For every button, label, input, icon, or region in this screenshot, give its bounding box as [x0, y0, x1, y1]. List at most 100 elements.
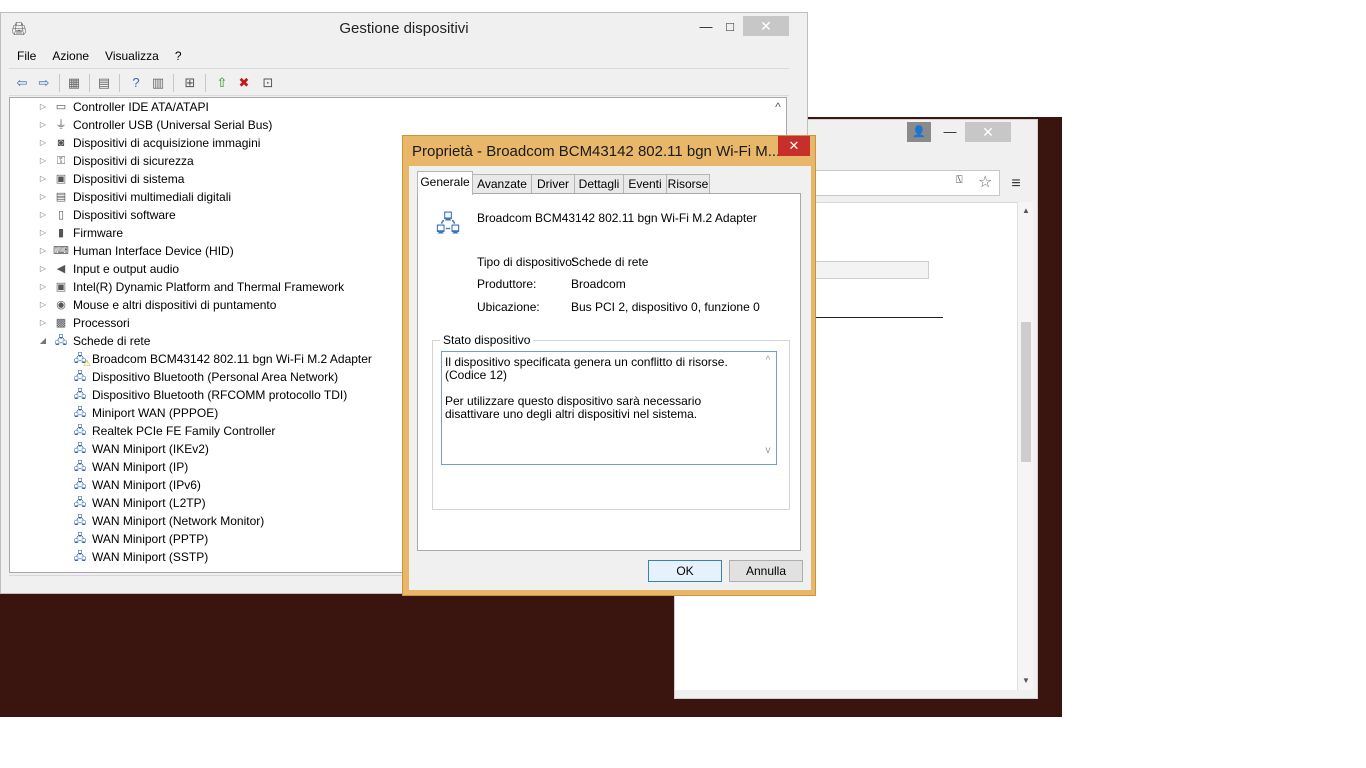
system-icon: ▣ [55, 173, 67, 185]
network-adapter-icon: 🖧 [73, 515, 87, 527]
profile-avatar-icon[interactable]: 👤 [907, 122, 931, 142]
menu-azione[interactable]: Azione [44, 45, 97, 67]
update-driver-icon[interactable]: ⇧ [213, 74, 231, 91]
menu-help[interactable]: ? [167, 45, 190, 67]
device-status-textbox[interactable]: Il dispositivo specificata genera un con… [441, 351, 777, 465]
device-type-label: Tipo di dispositivo: [477, 255, 576, 269]
star-icon[interactable]: ☆ [978, 172, 992, 192]
translate-icon[interactable]: ⍂ [956, 174, 963, 187]
close-button[interactable]: ✕ [743, 16, 789, 36]
cancel-button[interactable]: Annulla [729, 560, 803, 582]
tree-item-label: Controller IDE ATA/ATAPI [73, 100, 209, 114]
tree-category[interactable]: ▷ ⏚ Controller USB (Universal Serial Bus) [10, 116, 760, 134]
menu-file[interactable]: File [9, 45, 44, 67]
collapse-arrow-icon[interactable]: ◢ [38, 332, 48, 350]
ide-controller-icon: ▭ [55, 101, 67, 113]
tree-item-label: Realtek PCIe FE Family Controller [92, 424, 276, 438]
tab-eventi[interactable]: Eventi [623, 174, 667, 194]
location-value: Bus PCI 2, dispositivo 0, funzione 0 [571, 300, 760, 314]
mouse-icon: ◉ [56, 299, 66, 311]
expand-arrow-icon[interactable]: ▷ [38, 278, 48, 296]
network-adapter-icon: 🖧 [73, 461, 87, 473]
hid-icon: ⌨ [53, 245, 69, 257]
expand-arrow-icon[interactable]: ▷ [38, 314, 48, 332]
tree-category[interactable]: ▷ ▭ Controller IDE ATA/ATAPI [10, 98, 760, 116]
toolbar-separator [89, 74, 90, 92]
expand-arrow-icon[interactable]: ▷ [38, 170, 48, 188]
ok-button[interactable]: OK [648, 560, 722, 582]
scroll-up-icon[interactable]: ▲ [1021, 206, 1031, 215]
scroll-up-icon[interactable]: ^ [763, 355, 773, 366]
expand-arrow-icon[interactable]: ▷ [38, 260, 48, 278]
scan-hardware-icon[interactable]: ⊞ [181, 74, 199, 91]
tree-item-label: Dispositivi software [73, 208, 176, 222]
uninstall-icon[interactable]: ✖ [235, 74, 253, 91]
expand-arrow-icon[interactable]: ▷ [38, 116, 48, 134]
expand-arrow-icon[interactable]: ▷ [38, 242, 48, 260]
device-status-group-label: Stato dispositivo [440, 333, 534, 347]
chrome-menu-icon[interactable]: ≡ [1005, 174, 1027, 194]
scroll-down-icon[interactable]: v [763, 445, 773, 456]
properties-icon[interactable]: ▤ [95, 74, 113, 91]
tab-dettagli[interactable]: Dettagli [574, 174, 624, 194]
expand-arrow-icon[interactable]: ▷ [38, 206, 48, 224]
firmware-icon: ▮ [57, 227, 65, 239]
dialog-close-button[interactable]: ✕ [778, 136, 810, 156]
general-panel: 🖧 Broadcom BCM43142 802.11 bgn Wi-Fi M.2… [417, 193, 801, 551]
tab-avanzate[interactable]: Avanzate [472, 174, 532, 194]
back-icon[interactable]: ⇦ [13, 74, 31, 91]
tree-item-label: Firmware [73, 226, 123, 240]
expand-arrow-icon[interactable]: ▷ [38, 98, 48, 116]
tree-item-label: Input e output audio [73, 262, 180, 276]
help-icon[interactable]: ? [127, 74, 145, 91]
tree-item-label: Dispositivi di sistema [73, 172, 185, 186]
tree-item-label: Dispositivi di sicurezza [73, 154, 194, 168]
network-adapter-icon: 🖧 [73, 425, 87, 437]
scroll-down-icon[interactable]: ▼ [1021, 676, 1031, 685]
tree-item-label: Mouse e altri dispositivi di puntamento [73, 298, 277, 312]
status-line-1: Il dispositivo specificata genera un con… [445, 355, 728, 382]
expand-arrow-icon[interactable]: ▷ [38, 152, 48, 170]
device-type-value: Schede di rete [571, 255, 649, 269]
tree-item-label: Dispositivi multimediali digitali [73, 190, 232, 204]
tree-item-label: Dispositivo Bluetooth (Personal Area Net… [92, 370, 339, 384]
properties-dialog: Proprietà - Broadcom BCM43142 802.11 bgn… [402, 135, 816, 596]
forward-icon[interactable]: ⇨ [35, 74, 53, 91]
status-line-2: Per utilizzare questo dispositivo sarà n… [445, 394, 702, 421]
toolbar-separator [173, 74, 174, 92]
scroll-up-icon[interactable]: ^ [773, 100, 783, 114]
device-status-group: Il dispositivo specificata genera un con… [432, 340, 790, 510]
camera-icon: ◙ [57, 137, 65, 149]
scroll-thumb[interactable] [1021, 322, 1031, 462]
tab-risorse[interactable]: Risorse [666, 174, 710, 194]
address-bar[interactable]: ⍂ ☆ [805, 170, 1000, 196]
toolbar-separator [119, 74, 120, 92]
browser-close-button[interactable]: ✕ [965, 122, 1011, 142]
tab-driver[interactable]: Driver [531, 174, 575, 194]
status-scrollbar[interactable]: ^ v [760, 353, 776, 463]
expand-arrow-icon[interactable]: ▷ [38, 296, 48, 314]
dialog-body: Generale Avanzate Driver Dettagli Eventi… [409, 166, 811, 590]
tree-item-label: Controller USB (Universal Serial Bus) [73, 118, 273, 132]
network-adapter-icon: 🖧 [73, 551, 87, 563]
tree-item-label: WAN Miniport (PPTP) [92, 532, 209, 546]
action-pane-icon[interactable]: ▥ [149, 74, 167, 91]
expand-arrow-icon[interactable]: ▷ [38, 224, 48, 242]
expand-arrow-icon[interactable]: ▷ [38, 134, 48, 152]
show-hide-tree-icon[interactable]: ▦ [65, 74, 83, 91]
tree-item-label: Dispositivi di acquisizione immagini [73, 136, 261, 150]
menu-visualizza[interactable]: Visualizza [97, 45, 167, 67]
manufacturer-label: Produttore: [477, 277, 537, 291]
tab-generale[interactable]: Generale [417, 171, 473, 195]
tree-item-label: Miniport WAN (PPPOE) [92, 406, 219, 420]
maximize-button[interactable]: □ [715, 17, 745, 37]
network-adapter-icon: 🖧 [73, 479, 87, 491]
expand-arrow-icon[interactable]: ▷ [38, 188, 48, 206]
browser-scrollbar[interactable]: ▲ ▼ [1017, 202, 1033, 690]
network-adapter-icon: 🖧 [73, 407, 87, 419]
browser-minimize-button[interactable]: — [939, 123, 961, 141]
enable-device-icon[interactable]: ⊡ [259, 74, 277, 91]
location-label: Ubicazione: [477, 300, 540, 314]
page-input-field[interactable] [815, 261, 929, 279]
toolbar-separator [59, 74, 60, 92]
